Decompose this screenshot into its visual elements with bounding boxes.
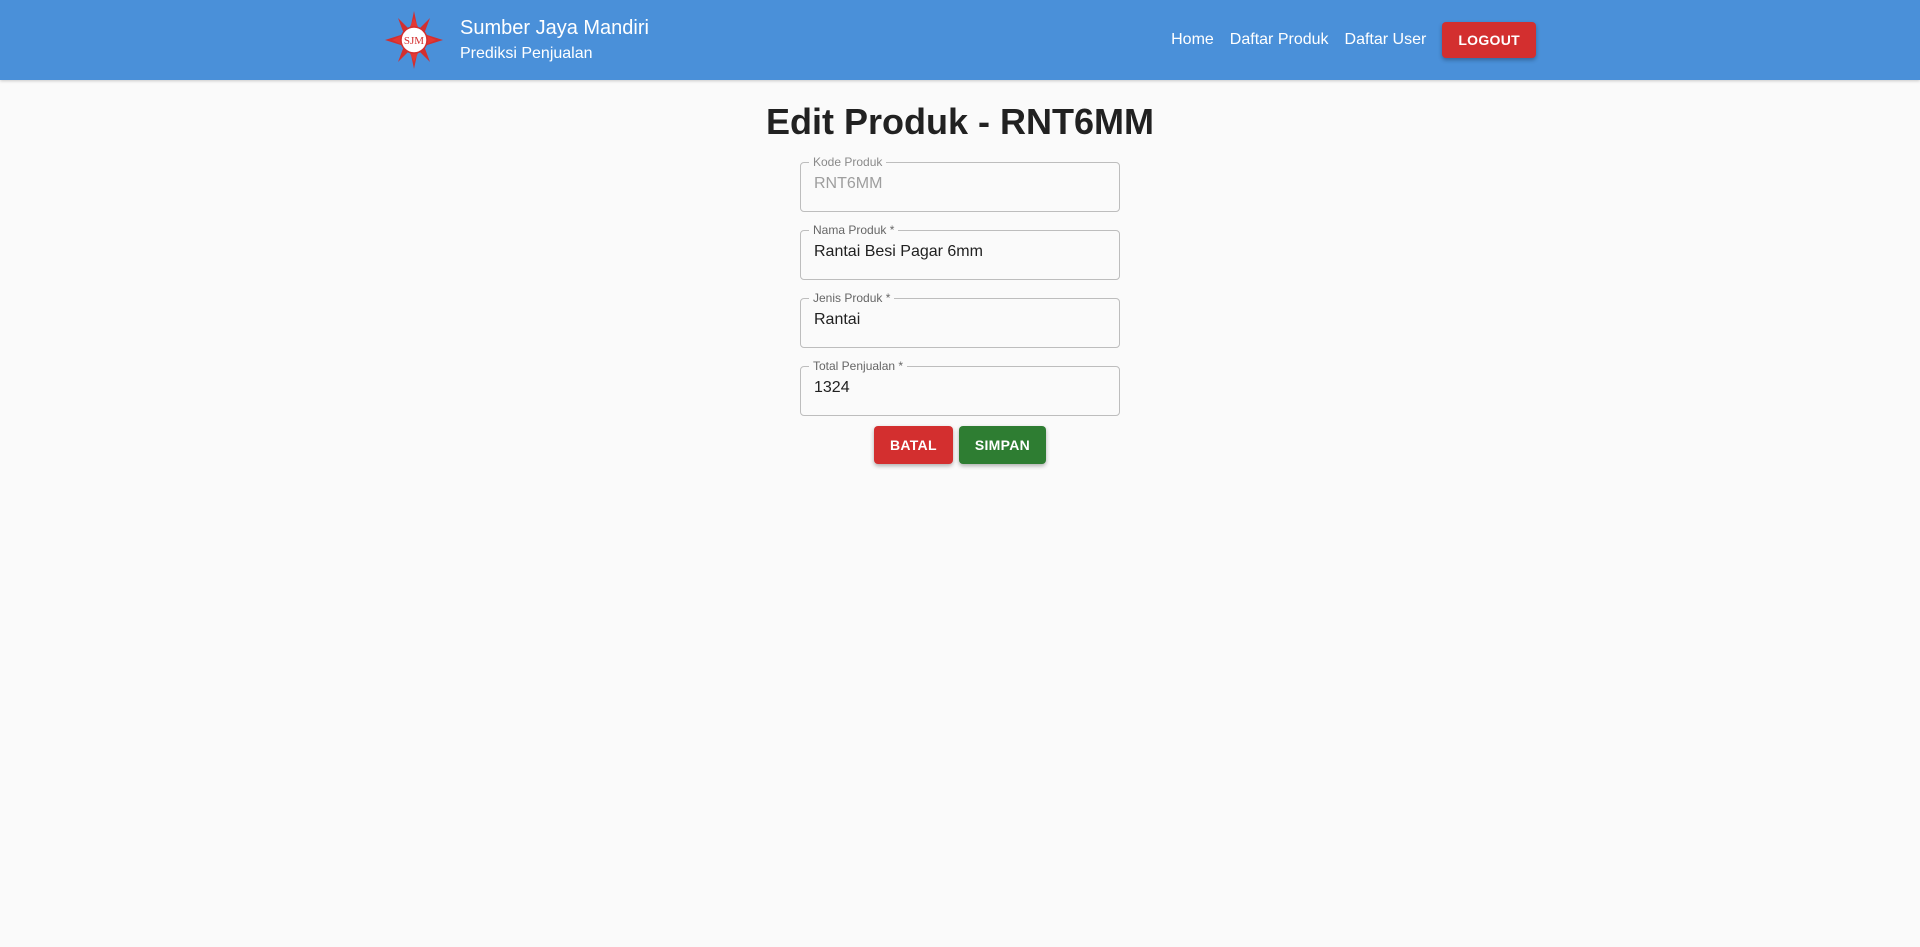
jenis-produk-input[interactable] (814, 308, 1104, 332)
sjm-logo-icon: SJM (385, 11, 443, 69)
total-penjualan-input[interactable] (814, 376, 1104, 400)
cancel-button[interactable]: BATAL (873, 426, 953, 464)
top-nav: Home Daftar Produk Daftar User LOGOUT (1171, 22, 1536, 58)
total-penjualan-field: Total Penjualan * (800, 360, 1120, 416)
jenis-produk-label: Jenis Produk * (813, 291, 891, 305)
page-title: Edit Produk - RNT6MM (766, 101, 1154, 142)
total-penjualan-label: Total Penjualan * (813, 359, 904, 373)
brand-subtitle: Prediksi Penjualan (460, 45, 593, 62)
nama-produk-input[interactable] (814, 240, 1104, 264)
brand-title: Sumber Jaya Mandiri (460, 17, 649, 39)
edit-product-form: Kode Produk Nama Produk * Jenis Produk *… (800, 156, 1120, 464)
kode-produk-label: Kode Produk (813, 155, 883, 169)
logo-text: SJM (404, 35, 424, 47)
kode-produk-input (814, 172, 1104, 196)
nama-produk-field: Nama Produk * (800, 224, 1120, 280)
form-actions: BATAL SIMPAN (800, 426, 1120, 464)
kode-produk-field: Kode Produk (800, 156, 1120, 212)
nama-produk-label: Nama Produk * (813, 223, 895, 237)
save-button[interactable]: SIMPAN (958, 426, 1047, 464)
nav-home[interactable]: Home (1171, 31, 1214, 49)
logout-button[interactable]: LOGOUT (1442, 22, 1536, 58)
nav-daftar-user[interactable]: Daftar User (1345, 31, 1427, 49)
brand[interactable]: SJM Sumber Jaya Mandiri Prediksi Penjual… (384, 10, 649, 70)
jenis-produk-field: Jenis Produk * (800, 292, 1120, 348)
nav-daftar-produk[interactable]: Daftar Produk (1230, 31, 1329, 49)
app-bar: SJM Sumber Jaya Mandiri Prediksi Penjual… (0, 0, 1920, 80)
